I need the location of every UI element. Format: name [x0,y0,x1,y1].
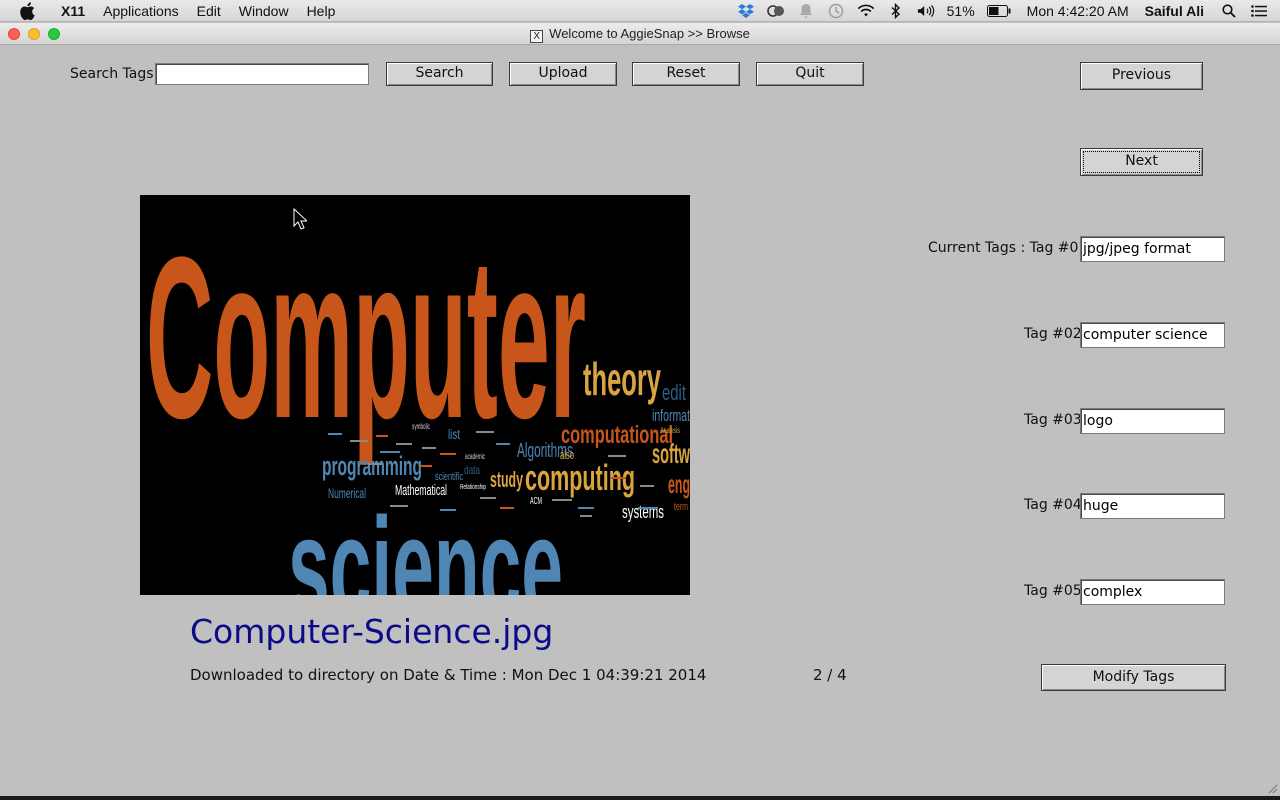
notification-center-icon[interactable] [1250,2,1268,20]
screen-bottom-edge [0,796,1280,800]
word-list: list [448,426,460,442]
quit-button[interactable]: Quit [756,62,864,86]
tag-04-input[interactable] [1080,493,1225,519]
word-data: data [464,463,480,477]
word-acm: ACM [530,496,542,507]
word-softw: softw [652,438,690,469]
volume-icon[interactable] [917,2,935,20]
battery-percent: 51% [946,3,975,19]
menubar: X11 Applications Edit Window Help 51% Mo… [0,0,1280,22]
word-analysis: Analysis [660,426,680,435]
word-scientific: scientific [435,471,463,483]
tag-03-input[interactable] [1080,408,1225,434]
tag-05-label: Tag #05 [1024,583,1082,599]
word-systems: systems [622,502,664,522]
wifi-icon[interactable] [857,2,875,20]
word-cloud-image: Computer science theory computing comput… [146,209,690,595]
menubar-user[interactable]: Saiful Ali [1145,3,1204,19]
word-also: also [560,447,574,462]
word-science: science [288,488,563,595]
upload-button[interactable]: Upload [509,62,617,86]
window-resize-grip-icon[interactable] [1266,782,1278,794]
menu-applications[interactable]: Applications [94,0,188,22]
word-theory: theory [583,353,661,405]
x11-app-icon: X [530,30,544,43]
tag-03-label: Tag #03 [1024,412,1082,428]
current-tags-label: Current Tags : Tag #01 [928,240,1088,256]
word-term: term [674,501,688,513]
spotlight-search-icon[interactable] [1220,2,1238,20]
battery-icon[interactable] [986,2,1011,20]
menu-window[interactable]: Window [230,0,298,22]
word-numerical: Numerical [328,485,366,501]
notification-bell-icon[interactable] [797,2,815,20]
tag-02-label: Tag #02 [1024,326,1082,342]
tag-05-input[interactable] [1080,579,1225,605]
menu-app-name[interactable]: X11 [52,0,94,22]
word-mathematical: Mathematical [395,482,447,499]
time-machine-icon[interactable] [827,2,845,20]
next-button[interactable]: Next [1080,148,1203,176]
search-tags-input[interactable] [155,63,369,85]
reset-button[interactable]: Reset [632,62,740,86]
dropbox-icon[interactable] [737,2,755,20]
word-academic: academic [465,452,485,461]
word-computer: Computer [146,209,586,466]
photo-display: Computer science theory computing comput… [140,195,690,595]
word-informat: informat [652,406,690,425]
window-titlebar[interactable]: X Welcome to AggieSnap >> Browse [0,23,1280,45]
modify-tags-button[interactable]: Modify Tags [1041,664,1226,691]
previous-button[interactable]: Previous [1080,62,1203,90]
word-relationship: Relationship [460,484,486,491]
sync-icon[interactable] [766,2,785,20]
image-filename: Computer-Science.jpg [190,612,554,651]
menu-edit[interactable]: Edit [188,0,230,22]
search-button[interactable]: Search [386,62,493,86]
mouse-cursor-icon [293,208,307,230]
search-tags-label: Search Tags [70,66,154,82]
menubar-clock[interactable]: Mon 4:42:20 AM [1027,3,1129,19]
word-edit: edit [662,380,686,405]
image-position-counter: 2 / 4 [813,666,847,684]
tag-02-input[interactable] [1080,322,1225,348]
tag-01-input[interactable] [1080,236,1225,262]
apple-icon[interactable] [20,1,38,20]
window-title: Welcome to AggieSnap >> Browse [549,26,750,41]
menu-help[interactable]: Help [298,0,345,22]
word-symbolic: symbolic [412,422,430,431]
tag-04-label: Tag #04 [1024,497,1082,513]
word-study: study [490,467,523,492]
download-info: Downloaded to directory on Date & Time :… [190,666,707,684]
status-area: 51% Mon 4:42:20 AM Saiful Ali [731,0,1280,22]
word-programming: programming [322,451,422,481]
word-eng: eng [668,469,690,499]
bluetooth-icon[interactable] [887,2,905,20]
